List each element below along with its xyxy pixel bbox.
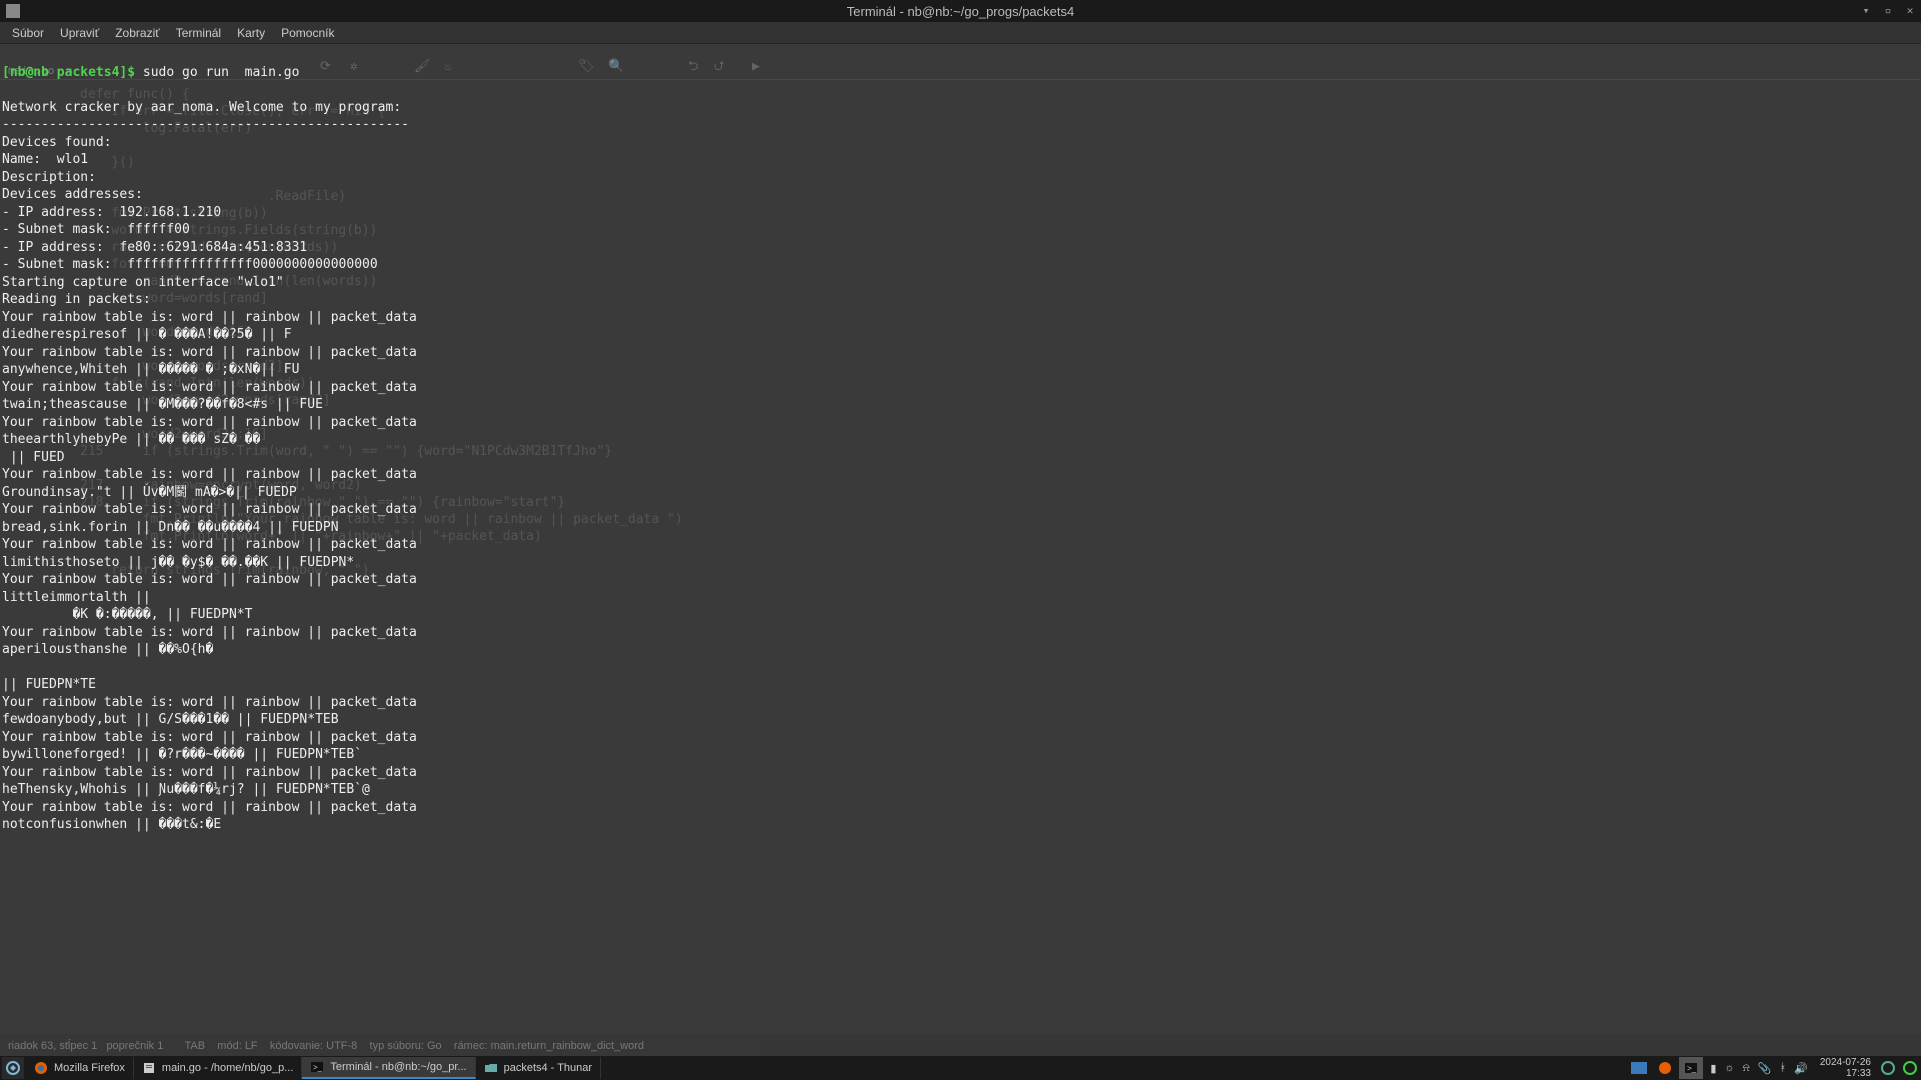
menu-terminal[interactable]: Terminál <box>168 23 229 43</box>
window-minimize-button[interactable]: ▾ <box>1859 3 1873 17</box>
clock-time: 17:33 <box>1820 1068 1871 1079</box>
launcher-desktop[interactable] <box>1627 1057 1651 1079</box>
editor-icon <box>142 1061 156 1075</box>
taskbar-item-firefox[interactable]: Mozilla Firefox <box>26 1057 134 1079</box>
menu-pomocnik[interactable]: Pomocník <box>273 23 342 43</box>
battery-icon[interactable]: ▮ <box>1710 1062 1716 1075</box>
window-titlebar: Terminál - nb@nb:~/go_progs/packets4 ▾ ▫… <box>0 0 1921 22</box>
firefox-icon <box>34 1061 48 1075</box>
prompt-user-host: [nb@nb <box>2 65 49 80</box>
menu-subor[interactable]: Súbor <box>4 23 52 43</box>
taskbar-item-terminal[interactable]: >_ Terminál - nb@nb:~/go_pr... <box>302 1057 475 1079</box>
clip-icon[interactable]: 📎 <box>1758 1062 1772 1075</box>
taskbar-label: main.go - /home/nb/go_p... <box>162 1062 293 1074</box>
svg-text:>_: >_ <box>1687 1064 1697 1073</box>
bluetooth-icon[interactable]: ᚼ <box>1780 1062 1787 1074</box>
svg-text:>_: >_ <box>313 1063 323 1072</box>
taskbar: Mozilla Firefox main.go - /home/nb/go_p.… <box>0 1056 1921 1080</box>
window-maximize-button[interactable]: ▫ <box>1881 3 1895 17</box>
brightness-icon[interactable]: ☼ <box>1724 1062 1734 1074</box>
window-app-icon <box>6 4 20 18</box>
launcher-terminal[interactable]: >_ <box>1679 1057 1703 1079</box>
terminal-output[interactable]: [nb@nb packets4]$ sudo go run main.go Ne… <box>0 44 1921 1056</box>
window-title: Terminál - nb@nb:~/go_progs/packets4 <box>847 4 1074 19</box>
taskbar-item-thunar[interactable]: packets4 - Thunar <box>476 1057 601 1079</box>
tray-indicator-1[interactable] <box>1877 1061 1899 1075</box>
taskbar-item-editor[interactable]: main.go - /home/nb/go_p... <box>134 1057 302 1079</box>
menu-karty[interactable]: Karty <box>229 23 273 43</box>
window-close-button[interactable]: ✕ <box>1903 3 1917 17</box>
system-tray: ▮ ☼ ⍾ 📎 ᚼ 🔊 <box>1704 1062 1813 1075</box>
menu-upravit[interactable]: Upraviť <box>52 23 107 43</box>
menu-zobrazit[interactable]: Zobraziť <box>107 23 168 43</box>
folder-icon <box>484 1061 498 1075</box>
start-menu-button[interactable] <box>2 1057 24 1079</box>
menubar: Súbor Upraviť Zobraziť Terminál Karty Po… <box>0 22 1921 44</box>
launcher-firefox[interactable] <box>1653 1057 1677 1079</box>
prompt-command: sudo go run main.go <box>143 65 300 80</box>
taskbar-clock[interactable]: 2024-07-26 17:33 <box>1814 1057 1877 1079</box>
taskbar-label: Terminál - nb@nb:~/go_pr... <box>330 1061 466 1073</box>
notification-icon[interactable]: ⍾ <box>1743 1062 1750 1075</box>
volume-icon[interactable]: 🔊 <box>1794 1062 1808 1075</box>
taskbar-label: packets4 - Thunar <box>504 1062 592 1074</box>
prompt-close: ]$ <box>119 65 135 80</box>
tray-indicator-2[interactable] <box>1899 1061 1921 1075</box>
prompt-cwd: packets4 <box>57 65 120 80</box>
terminal-stdout: Network cracker by aar_noma. Welcome to … <box>2 100 417 833</box>
taskbar-label: Mozilla Firefox <box>54 1062 125 1074</box>
terminal-icon: >_ <box>310 1060 324 1074</box>
clock-date: 2024-07-26 <box>1820 1057 1871 1068</box>
